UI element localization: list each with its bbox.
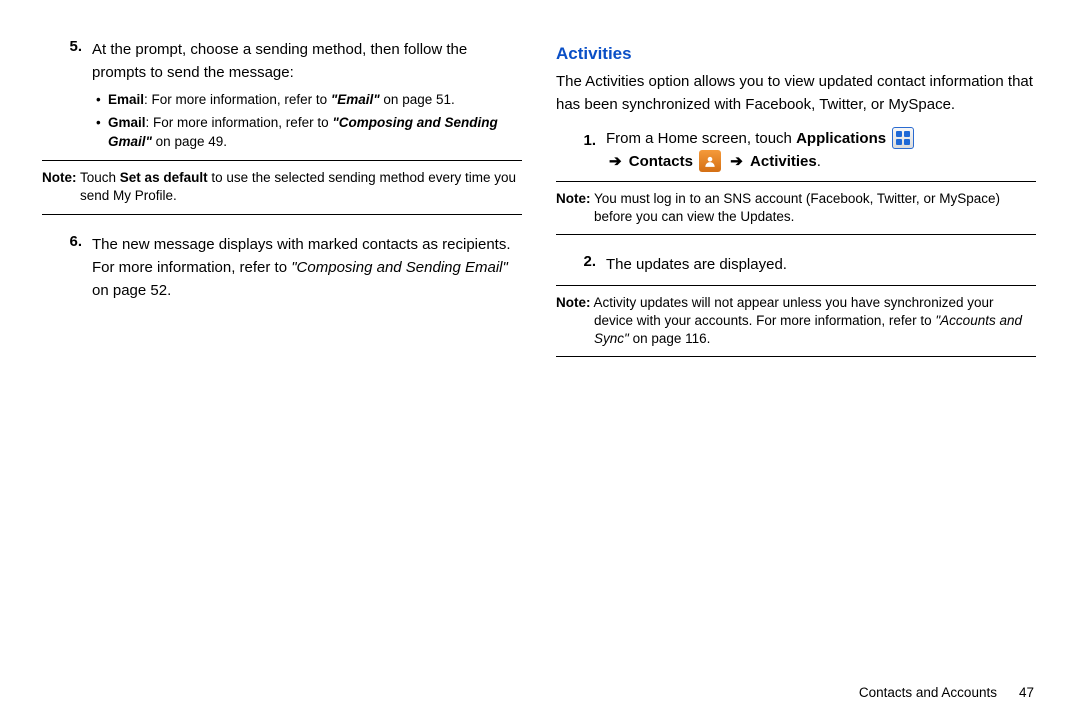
note2-b: before you can view the Updates.	[594, 208, 1036, 226]
note-line2: send My Profile.	[80, 187, 522, 205]
email-label: Email	[108, 92, 144, 107]
bullet-email: • Email: For more information, refer to …	[96, 91, 522, 110]
step-text: The updates are displayed.	[606, 253, 1036, 276]
step1-a: From a Home screen, touch	[606, 130, 796, 147]
step-number: 2.	[556, 253, 606, 276]
sub-bullets: • Email: For more information, refer to …	[96, 91, 522, 153]
note3-a: Activity updates will not appear unless …	[591, 295, 994, 310]
section-heading-activities: Activities	[556, 44, 1036, 64]
period: .	[817, 153, 821, 170]
step-number: 1.	[556, 127, 606, 174]
bullet-text: Email: For more information, refer to "E…	[108, 91, 522, 110]
note-activity-sync: Note: Activity updates will not appear u…	[556, 285, 1036, 358]
applications-icon	[892, 127, 914, 149]
gmail-label: Gmail	[108, 115, 146, 130]
note-label: Note:	[42, 170, 77, 185]
bullet-gmail: • Gmail: For more information, refer to …	[96, 114, 522, 152]
step-6: 6. The new message displays with marked …	[42, 233, 522, 303]
step6-ref: "Composing and Sending Email"	[291, 259, 508, 276]
arrow-icon: ➔	[606, 153, 625, 170]
gmail-rest: : For more information, refer to	[146, 115, 333, 130]
note-set-default: Note: Touch Set as default to use the se…	[42, 160, 522, 214]
gmail-tail: on page 49.	[152, 134, 227, 149]
email-tail: on page 51.	[380, 92, 455, 107]
note-a: Touch	[77, 170, 120, 185]
right-column: Activities The Activities option allows …	[556, 38, 1036, 375]
note-b: Set as default	[120, 170, 208, 185]
bullet-dot: •	[96, 114, 108, 152]
note-sns-login: Note: You must log in to an SNS account …	[556, 181, 1036, 235]
note-label: Note:	[556, 191, 591, 206]
contacts-icon	[699, 150, 721, 172]
applications-label: Applications	[796, 130, 886, 147]
step-1: 1. From a Home screen, touch Application…	[556, 127, 1036, 174]
footer-section: Contacts and Accounts	[859, 685, 997, 700]
step6-tail: on page 52.	[92, 282, 171, 299]
note3-b: device with your accounts. For more info…	[594, 313, 935, 328]
note2-a: You must log in to an SNS account (Faceb…	[591, 191, 1000, 206]
activities-intro: The Activities option allows you to view…	[556, 70, 1036, 117]
step-text: The new message displays with marked con…	[92, 233, 522, 303]
email-ref: "Email"	[331, 92, 380, 107]
email-rest: : For more information, refer to	[144, 92, 331, 107]
step-2: 2. The updates are displayed.	[556, 253, 1036, 276]
step-text: At the prompt, choose a sending method, …	[92, 38, 522, 85]
footer-page-number: 47	[1019, 685, 1034, 700]
contacts-label: Contacts	[629, 153, 693, 170]
step-number: 6.	[42, 233, 92, 303]
bullet-dot: •	[96, 91, 108, 110]
arrow-icon: ➔	[727, 153, 746, 170]
page-footer: Contacts and Accounts 47	[859, 685, 1034, 700]
note3-line2: device with your accounts. For more info…	[594, 312, 1036, 348]
activities-label: Activities	[750, 153, 817, 170]
note3-tail: on page 116.	[629, 331, 711, 346]
bullet-text: Gmail: For more information, refer to "C…	[108, 114, 522, 152]
note-c: to use the selected sending method every…	[208, 170, 516, 185]
left-column: 5. At the prompt, choose a sending metho…	[42, 38, 522, 375]
step-text: From a Home screen, touch Applications ➔…	[606, 127, 1036, 174]
note-label: Note:	[556, 295, 591, 310]
step-number: 5.	[42, 38, 92, 85]
step-5: 5. At the prompt, choose a sending metho…	[42, 38, 522, 85]
